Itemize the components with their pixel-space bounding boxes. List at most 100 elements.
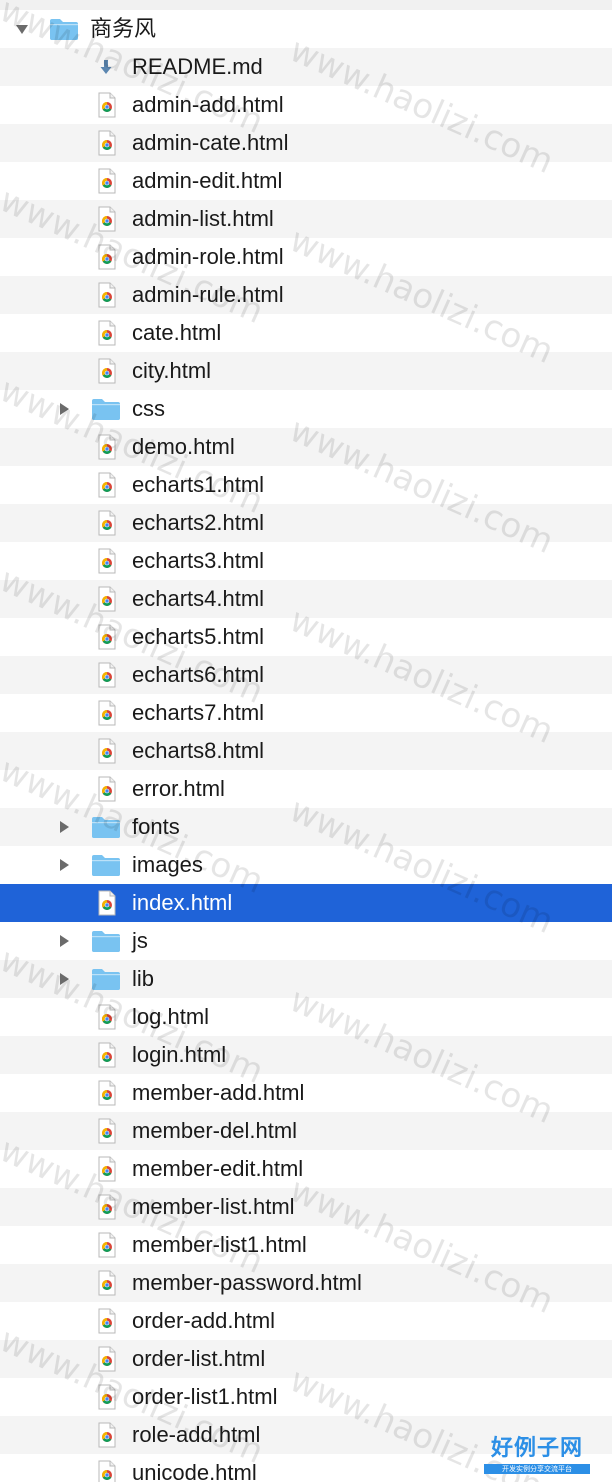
- chrome-html-file-icon: [90, 1042, 122, 1068]
- file-row[interactable]: member-list1.html: [0, 1226, 612, 1264]
- item-name: member-edit.html: [132, 1156, 304, 1181]
- chrome-html-file-icon: [90, 206, 122, 232]
- disclosure-triangle-right-icon[interactable]: [56, 857, 72, 873]
- file-row[interactable]: member-password.html: [0, 1264, 612, 1302]
- chrome-html-file-icon: [90, 510, 122, 536]
- item-name: member-list.html: [132, 1194, 295, 1219]
- item-name: fonts: [132, 814, 180, 839]
- chrome-html-file-icon: [90, 1118, 122, 1144]
- file-row[interactable]: order-list.html: [0, 1340, 612, 1378]
- file-row[interactable]: cate.html: [0, 314, 612, 352]
- file-row[interactable]: echarts1.html: [0, 466, 612, 504]
- file-row[interactable]: city.html: [0, 352, 612, 390]
- folder-icon: [90, 928, 122, 954]
- file-row[interactable]: admin-edit.html: [0, 162, 612, 200]
- chrome-html-file-icon: [90, 168, 122, 194]
- chrome-html-file-icon: [90, 1270, 122, 1296]
- folder-row[interactable]: css: [0, 390, 612, 428]
- chrome-html-file-icon: [90, 1308, 122, 1334]
- item-name: lib: [132, 966, 155, 991]
- item-name: echarts6.html: [132, 662, 265, 687]
- file-row[interactable]: member-add.html: [0, 1074, 612, 1112]
- file-row[interactable]: admin-add.html: [0, 86, 612, 124]
- item-name: log.html: [132, 1004, 210, 1029]
- chrome-html-file-icon: [90, 472, 122, 498]
- file-row[interactable]: echarts4.html: [0, 580, 612, 618]
- item-name: echarts5.html: [132, 624, 265, 649]
- item-name: member-list1.html: [132, 1232, 307, 1257]
- file-row[interactable]: admin-role.html: [0, 238, 612, 276]
- file-row[interactable]: echarts3.html: [0, 542, 612, 580]
- file-row[interactable]: order-add.html: [0, 1302, 612, 1340]
- disclosure-triangle-right-icon[interactable]: [56, 933, 72, 949]
- folder-row[interactable]: fonts: [0, 808, 612, 846]
- file-row[interactable]: member-list.html: [0, 1188, 612, 1226]
- item-name: login.html: [132, 1042, 227, 1067]
- chrome-html-file-icon: [90, 358, 122, 384]
- item-name: order-add.html: [132, 1308, 276, 1333]
- item-name: images: [132, 852, 203, 877]
- file-row[interactable]: admin-rule.html: [0, 276, 612, 314]
- item-name: echarts8.html: [132, 738, 265, 763]
- file-row[interactable]: login.html: [0, 1036, 612, 1074]
- file-row[interactable]: echarts5.html: [0, 618, 612, 656]
- file-row[interactable]: unicode.html: [0, 1454, 612, 1482]
- file-row[interactable]: member-edit.html: [0, 1150, 612, 1188]
- item-name: member-del.html: [132, 1118, 298, 1143]
- file-row[interactable]: admin-cate.html: [0, 124, 612, 162]
- file-row[interactable]: demo.html: [0, 428, 612, 466]
- chrome-html-file-icon: [90, 434, 122, 460]
- item-name: echarts2.html: [132, 510, 265, 535]
- file-row[interactable]: echarts6.html: [0, 656, 612, 694]
- file-row[interactable]: index.html: [0, 884, 612, 922]
- file-row[interactable]: echarts2.html: [0, 504, 612, 542]
- item-name: echarts7.html: [132, 700, 265, 725]
- file-row[interactable]: admin-list.html: [0, 200, 612, 238]
- folder-icon: [90, 396, 122, 422]
- disclosure-triangle-right-icon[interactable]: [56, 971, 72, 987]
- disclosure-triangle-right-icon[interactable]: [56, 819, 72, 835]
- item-name: admin-list.html: [132, 206, 274, 231]
- chrome-html-file-icon: [90, 1460, 122, 1482]
- item-name: city.html: [132, 358, 212, 383]
- item-name: unicode.html: [132, 1460, 257, 1482]
- item-name: cate.html: [132, 320, 222, 345]
- markdown-download-file-icon: [90, 54, 122, 80]
- folder-row[interactable]: js: [0, 922, 612, 960]
- folder-row[interactable]: images: [0, 846, 612, 884]
- file-row[interactable]: log.html: [0, 998, 612, 1036]
- chrome-html-file-icon: [90, 662, 122, 688]
- chrome-html-file-icon: [90, 282, 122, 308]
- item-name: admin-add.html: [132, 92, 284, 117]
- chrome-html-file-icon: [90, 776, 122, 802]
- file-row[interactable]: README.md: [0, 48, 612, 86]
- file-row[interactable]: echarts7.html: [0, 694, 612, 732]
- chrome-html-file-icon: [90, 1004, 122, 1030]
- item-name: demo.html: [132, 434, 235, 459]
- disclosure-triangle-right-icon[interactable]: [56, 401, 72, 417]
- disclosure-triangle-down-icon[interactable]: [14, 21, 30, 37]
- item-name: admin-rule.html: [132, 282, 284, 307]
- chrome-html-file-icon: [90, 320, 122, 346]
- folder-row[interactable]: 商务风: [0, 10, 612, 48]
- chrome-html-file-icon: [90, 890, 122, 916]
- file-row[interactable]: echarts8.html: [0, 732, 612, 770]
- item-name: index.html: [132, 890, 233, 915]
- chrome-html-file-icon: [90, 1422, 122, 1448]
- folder-icon: [90, 814, 122, 840]
- item-name: admin-edit.html: [132, 168, 283, 193]
- folder-row[interactable]: lib: [0, 960, 612, 998]
- item-name: echarts1.html: [132, 472, 265, 497]
- chrome-html-file-icon: [90, 92, 122, 118]
- chrome-html-file-icon: [90, 1194, 122, 1220]
- file-row[interactable]: error.html: [0, 770, 612, 808]
- item-name: order-list.html: [132, 1346, 266, 1371]
- file-row[interactable]: role-add.html: [0, 1416, 612, 1454]
- file-row[interactable]: member-del.html: [0, 1112, 612, 1150]
- file-row[interactable]: order-list1.html: [0, 1378, 612, 1416]
- item-name: role-add.html: [132, 1422, 261, 1447]
- item-name: member-add.html: [132, 1080, 305, 1105]
- chrome-html-file-icon: [90, 244, 122, 270]
- item-name: admin-cate.html: [132, 130, 289, 155]
- chrome-html-file-icon: [90, 586, 122, 612]
